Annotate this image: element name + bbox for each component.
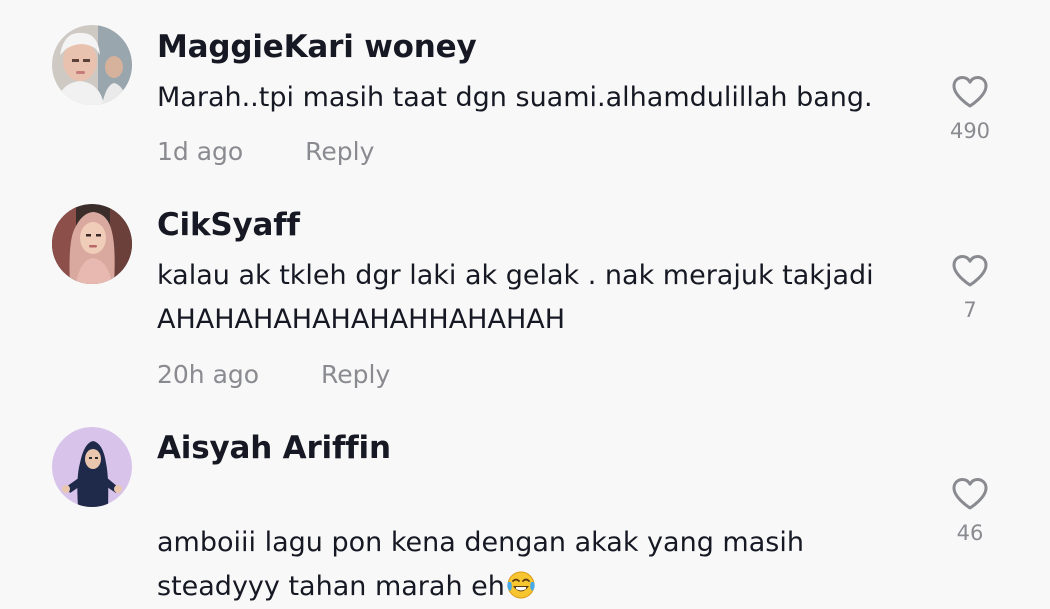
comment-username[interactable]: MaggieKari woney <box>157 29 477 65</box>
comment-meta: 20h ago Reply <box>157 360 390 389</box>
comment-text: Marah..tpi masih taat dgn suami.alhamdul… <box>157 82 873 113</box>
comment-time: 1d ago <box>157 137 244 166</box>
avatar[interactable] <box>52 427 132 507</box>
face-with-tears-of-joy-icon <box>507 571 535 599</box>
comment-username[interactable]: Aisyah Ariffin <box>157 430 391 466</box>
like-count: 490 <box>949 119 991 143</box>
like-control: 7 <box>942 254 998 322</box>
reply-button[interactable]: Reply <box>321 360 390 389</box>
avatar[interactable] <box>52 204 132 284</box>
comment-username[interactable]: CikSyaff <box>157 207 300 243</box>
comment-time: 20h ago <box>157 360 260 389</box>
avatar-photo-icon <box>52 204 132 284</box>
heart-outline-icon[interactable] <box>951 75 989 109</box>
avatar-photo-icon <box>52 25 132 105</box>
heart-outline-icon[interactable] <box>951 254 989 288</box>
comment-meta: 1d ago Reply <box>157 137 374 166</box>
like-count: 46 <box>956 521 984 545</box>
heart-outline-icon[interactable] <box>951 477 989 511</box>
reply-button[interactable]: Reply <box>305 137 374 166</box>
comment-text: amboiii lagu pon kena dengan akak yang m… <box>157 477 917 609</box>
like-control: 490 <box>942 75 998 143</box>
avatar-illustration-icon <box>52 427 132 507</box>
like-count: 7 <box>963 298 977 322</box>
comment-text-body: amboiii lagu pon kena dengan akak yang m… <box>157 527 804 602</box>
avatar[interactable] <box>52 25 132 105</box>
comment-text: kalau ak tkleh dgr laki ak gelak . nak m… <box>157 260 874 335</box>
like-control: 46 <box>942 477 998 545</box>
